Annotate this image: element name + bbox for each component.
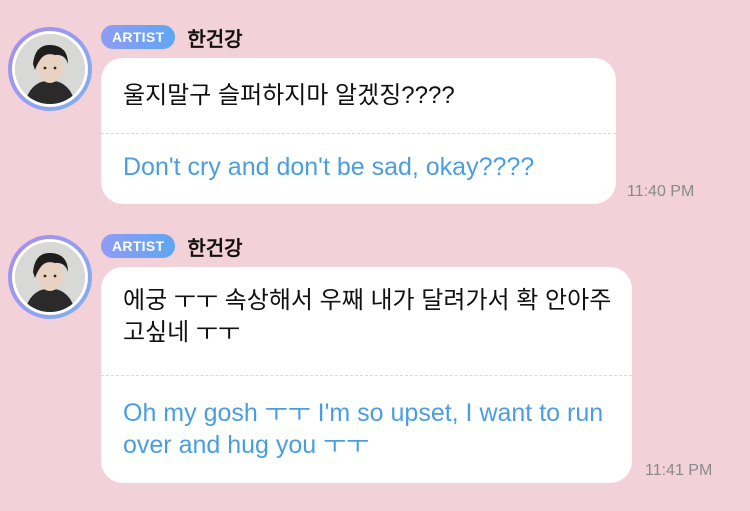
avatar-frame <box>12 239 88 315</box>
message-bubble[interactable]: 울지말구 슬퍼하지마 알겠징???? Don't cry and don't b… <box>101 58 616 204</box>
message-bubble[interactable]: 에궁 ㅜㅜ 속상해서 우째 내가 달려가서 확 안아주고싶네 ㅜㅜ Oh my … <box>101 267 632 483</box>
artist-avatar[interactable] <box>8 27 92 111</box>
translated-text: Don't cry and don't be sad, okay???? <box>123 153 535 181</box>
artist-badge: ARTIST <box>101 234 176 258</box>
sender-name: 한건강 <box>187 28 243 51</box>
translated-text: Oh my gosh ㅜㅜ I'm so upset, I want to ru… <box>123 399 604 459</box>
chat-message: ARTIST 한건강 울지말구 슬퍼하지마 알겠징???? Don't cry … <box>0 0 750 215</box>
original-text: 에궁 ㅜㅜ 속상해서 우째 내가 달려가서 확 안아주고싶네 ㅜㅜ <box>123 287 612 346</box>
sender-row: ARTIST 한건강 <box>101 24 243 51</box>
sender-name: 한건강 <box>187 237 243 260</box>
avatar-photo <box>15 34 85 104</box>
bubble-divider <box>101 375 632 376</box>
artist-badge: ARTIST <box>101 25 176 49</box>
sender-row: ARTIST 한건강 <box>101 233 243 260</box>
bubble-divider <box>101 133 616 134</box>
artist-avatar[interactable] <box>8 235 92 319</box>
timestamp: 11:40 PM <box>627 183 695 200</box>
chat-message: ARTIST 한건강 에궁 ㅜㅜ 속상해서 우째 내가 달려가서 확 안아주고싶… <box>0 210 750 511</box>
avatar-frame <box>12 31 88 107</box>
timestamp: 11:41 PM <box>645 462 713 479</box>
avatar-photo <box>15 242 85 312</box>
original-text: 울지말구 슬퍼하지마 알겠징???? <box>123 82 455 109</box>
